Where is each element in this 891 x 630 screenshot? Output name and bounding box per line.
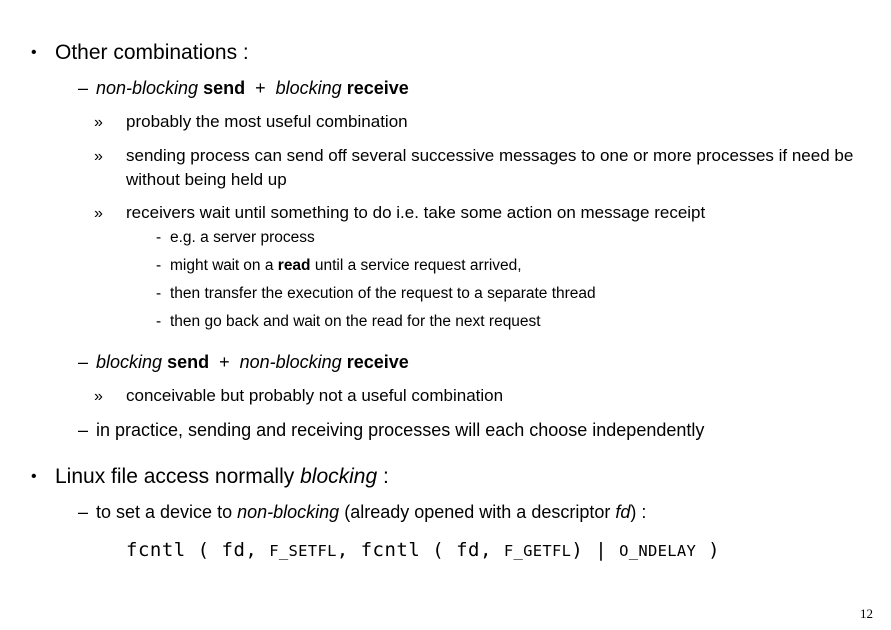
run-wait-1: wait (212, 257, 239, 274)
slide-canvas: • Other combinations : – non-blocking se… (0, 0, 891, 630)
bullet-marker-dash-3: – (78, 420, 89, 440)
code-seg-close-pipe: ) | (571, 539, 620, 561)
run-send-2: send (167, 352, 210, 372)
code-line-fcntl: fcntl ( fd, F_SETFL, fcntl ( fd, F_GETFL… (0, 536, 891, 565)
code-seg-mid: , fcntl ( fd, (336, 539, 504, 561)
run-plus-2: + (219, 352, 230, 372)
run-already-opened: (already opened with a descriptor (344, 502, 611, 522)
code-seg-f-getfl: F_GETFL (503, 542, 572, 560)
bullet-eg-server-process: - e.g. a server process (0, 227, 891, 248)
bullet-in-practice: – in practice, sending and receiving pro… (0, 418, 891, 442)
bullet-marker-guillemet-2: » (94, 148, 103, 165)
page-number: 12 (860, 606, 873, 621)
bullet-marker-hyphen-3: - (156, 285, 162, 302)
bullet-marker-hyphen-1: - (156, 229, 162, 246)
bullet-conceivable-text: conceivable but probably not a useful co… (126, 386, 504, 405)
code-seg-fcntl-open: fcntl ( fd, (126, 539, 270, 561)
bullet-sending-process: » sending process can send off several su… (0, 144, 891, 191)
bullet-marker-hyphen-2: - (156, 257, 162, 274)
bullet-other-combinations-text: Other combinations : (55, 41, 249, 64)
bullet-to-set-device-nonblocking: – to set a device to non-blocking (alrea… (0, 500, 891, 524)
bullet-blocking-send-nonblocking-receive: – blocking send + non-blocking receive (0, 350, 891, 374)
bullet-then-transfer-execution-text: then transfer the execution of the reque… (170, 285, 596, 302)
run-until-service-request: until a service request arrived, (314, 257, 522, 274)
bullet-receivers-wait-text: receivers wait until something to do i.e… (126, 203, 706, 222)
bullet-probably-most-useful-text: probably the most useful combination (126, 112, 408, 131)
bullet-then-transfer-execution: - then transfer the execution of the req… (0, 283, 891, 304)
bullet-marker-round-1: • (31, 44, 37, 61)
bullet-probably-most-useful: » probably the most useful combination (0, 110, 891, 134)
run-might: might (170, 257, 208, 274)
bullet-marker-dash-4: – (78, 502, 89, 522)
bullet-marker-guillemet-1: » (94, 114, 103, 131)
run-nonblocking-1: non-blocking (96, 78, 199, 98)
run-fd-italic: fd (615, 502, 631, 522)
slide-body: • Other combinations : – non-blocking se… (0, 40, 891, 565)
run-receive-2: receive (346, 352, 409, 372)
run-on-a: on a (243, 257, 274, 274)
bullet-in-practice-text: in practice, sending and receiving proce… (96, 420, 705, 440)
bullet-linux-file-access: • Linux file access normally blocking : (0, 464, 891, 490)
run-receive-1: receive (346, 78, 409, 98)
run-wait-2: wait (293, 313, 321, 330)
run-nonblocking-3: non-blocking (237, 502, 340, 522)
run-blocking-3: blocking (300, 465, 378, 488)
bullet-marker-guillemet-3: » (94, 205, 103, 222)
bullet-conceivable: » conceivable but probably not a useful c… (0, 384, 891, 408)
bullet-sending-process-text: sending process can send off several suc… (126, 146, 854, 189)
run-read-bold: read (277, 257, 311, 274)
code-seg-o-ndelay: O_NDELAY (619, 542, 697, 560)
run-colon-1: : (383, 465, 389, 488)
bullet-marker-guillemet-4: » (94, 388, 103, 405)
run-on-the-read: on the read for the next request (324, 313, 541, 330)
bullet-marker-round-2: • (31, 468, 37, 485)
run-to-set-device: to set a device to (96, 502, 233, 522)
code-seg-tail: ) (696, 539, 721, 561)
bullet-eg-server-process-text: e.g. a server process (170, 229, 315, 246)
bullet-other-combinations: • Other combinations : (0, 40, 891, 66)
run-colon-2: ) : (630, 502, 647, 522)
run-blocking-1: blocking (275, 78, 342, 98)
bullet-receivers-wait: » receivers wait until something to do i.… (0, 201, 891, 225)
run-nonblocking-2: non-blocking (239, 352, 342, 372)
code-seg-f-setfl: F_SETFL (269, 542, 337, 560)
run-then-go-back: then go back and (170, 313, 289, 330)
run-plus-1: + (255, 78, 266, 98)
run-blocking-2: blocking (96, 352, 163, 372)
bullet-might-wait-on-read: - might wait on a read until a service r… (0, 255, 891, 276)
bullet-marker-hyphen-4: - (156, 313, 162, 330)
run-send-1: send (203, 78, 246, 98)
bullet-nonblocking-send-blocking-receive: – non-blocking send + blocking receive (0, 76, 891, 100)
run-linux-file-access: Linux file access normally (55, 465, 295, 488)
bullet-then-go-back: - then go back and wait on the read for … (0, 311, 891, 332)
bullet-marker-dash-1: – (78, 78, 89, 98)
bullet-marker-dash-2: – (78, 352, 89, 372)
